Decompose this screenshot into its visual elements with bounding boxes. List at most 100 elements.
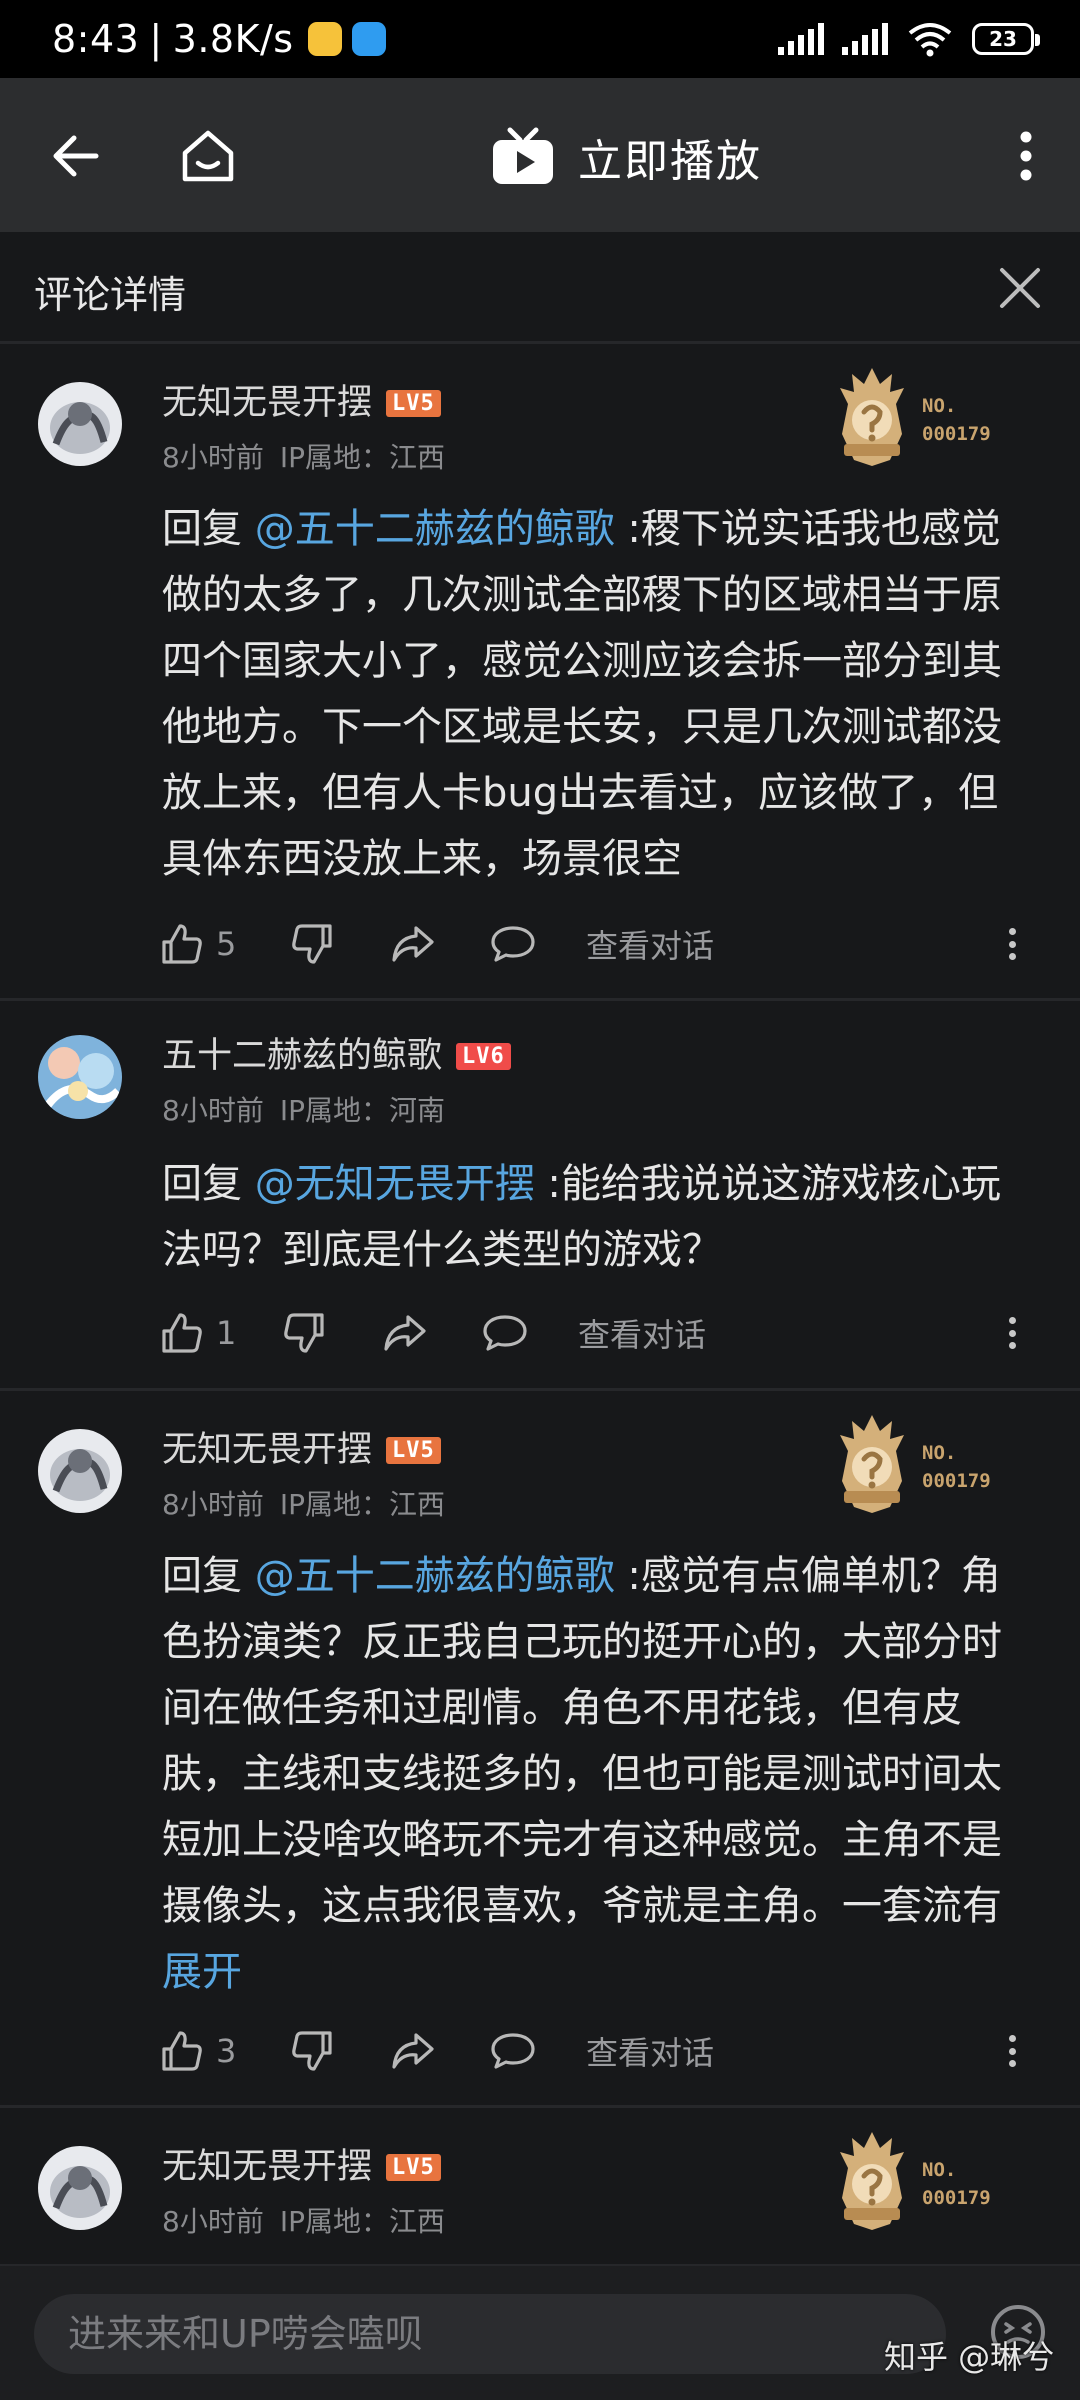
comment-text: 回复 @五十二赫兹的鲸歌 :稷下说实话我也感觉做的太多了，几次测试全部稷下的区域… bbox=[162, 496, 1022, 892]
comment-item: 无知无畏开摆 LV5 8小时前 IP属地：江西 NO. 000179 bbox=[0, 2108, 1080, 2264]
comment-actions: 1 查看对话 bbox=[160, 1303, 1040, 1363]
back-button[interactable] bbox=[34, 114, 118, 198]
home-icon bbox=[182, 130, 234, 182]
mention-link[interactable]: @五十二赫兹的鲸歌 bbox=[255, 1553, 615, 1599]
view-dialog-link[interactable]: 查看对话 bbox=[586, 921, 714, 967]
reply-prefix: 回复 bbox=[162, 1553, 255, 1599]
medal-badge-icon bbox=[840, 1415, 904, 1513]
avatar-image bbox=[38, 1429, 122, 1513]
medal-no-value: 000179 bbox=[922, 2187, 991, 2209]
share-icon bbox=[392, 926, 434, 962]
comment-meta: 8小时前 IP属地：河南 bbox=[162, 1089, 445, 1129]
comment-more-button[interactable] bbox=[992, 2031, 1032, 2071]
comment-time: 8小时前 bbox=[162, 1094, 264, 1127]
share-button[interactable] bbox=[390, 924, 490, 964]
play-now-button[interactable]: 立即播放 bbox=[490, 122, 762, 192]
battery-icon: 23 bbox=[972, 23, 1040, 55]
username-text: 无知无畏开摆 bbox=[162, 1430, 373, 1470]
medal-no-label: NO. bbox=[922, 2159, 957, 2181]
comment-meta: 8小时前 IP属地：江西 bbox=[162, 436, 445, 476]
comment-input[interactable] bbox=[34, 2294, 946, 2374]
medal-no-label: NO. bbox=[922, 395, 957, 417]
close-button[interactable] bbox=[990, 258, 1050, 318]
thumbs-down-icon bbox=[292, 2031, 332, 2071]
like-button[interactable]: 3 bbox=[160, 2029, 290, 2073]
view-dialog-link[interactable]: 查看对话 bbox=[586, 2028, 714, 2074]
status-right: 23 bbox=[778, 21, 1040, 57]
comment-body: :感觉有点偏单机？角色扮演类？反正我自己玩的挺开心的，大部分时间在做任务和过剧情… bbox=[162, 1553, 1002, 1929]
view-dialog-link[interactable]: 查看对话 bbox=[578, 1310, 706, 1356]
medal-no-label: NO. bbox=[922, 1442, 957, 1464]
medal-number: NO. 000179 bbox=[922, 392, 991, 448]
wifi-icon bbox=[908, 23, 952, 57]
fan-medal[interactable]: NO. 000179 bbox=[834, 2128, 994, 2232]
thumbs-up-icon bbox=[162, 2031, 202, 2071]
comment-more-button[interactable] bbox=[992, 924, 1032, 964]
like-button[interactable]: 5 bbox=[160, 922, 290, 966]
comment-actions: 3 查看对话 bbox=[160, 2021, 1040, 2081]
comment-username[interactable]: 无知无畏开摆 LV5 bbox=[162, 1421, 441, 1472]
user-avatar[interactable] bbox=[38, 1035, 122, 1119]
zhihu-watermark: 知乎 @琳兮 bbox=[884, 2338, 1055, 2376]
close-icon bbox=[1000, 268, 1040, 308]
fan-medal[interactable]: NO. 000179 bbox=[834, 364, 994, 468]
user-avatar[interactable] bbox=[38, 2146, 122, 2230]
comment-ip: IP属地：江西 bbox=[279, 1488, 445, 1521]
comment-ip: IP属地：江西 bbox=[279, 2205, 445, 2238]
comment-ip: IP属地：江西 bbox=[279, 441, 445, 474]
notification-app-icon bbox=[307, 22, 342, 56]
dislike-button[interactable] bbox=[290, 2029, 390, 2073]
mention-link[interactable]: @五十二赫兹的鲸歌 bbox=[255, 506, 615, 552]
notification-app-icon bbox=[351, 22, 386, 56]
thumbs-down-icon bbox=[292, 924, 332, 964]
detail-title: 评论详情 bbox=[34, 273, 187, 317]
share-button[interactable] bbox=[390, 2031, 490, 2071]
fan-medal[interactable]: NO. 000179 bbox=[834, 1411, 994, 1515]
comment-time: 8小时前 bbox=[162, 2205, 264, 2238]
comment-more-button[interactable] bbox=[992, 1313, 1032, 1353]
comment-username[interactable]: 五十二赫兹的鲸歌 LV6 bbox=[162, 1027, 511, 1078]
medal-badge-icon bbox=[840, 2132, 904, 2230]
comment-meta: 8小时前 IP属地：江西 bbox=[162, 1483, 445, 1523]
avatar-image bbox=[38, 2146, 122, 2230]
reply-button[interactable] bbox=[490, 2031, 586, 2071]
comment-meta: 8小时前 IP属地：江西 bbox=[162, 2200, 445, 2240]
comment-username[interactable]: 无知无畏开摆 LV5 bbox=[162, 374, 441, 425]
share-button[interactable] bbox=[382, 1313, 482, 1353]
expand-link[interactable]: 展开 bbox=[162, 1939, 1022, 2005]
reply-prefix: 回复 bbox=[162, 1161, 255, 1207]
user-avatar[interactable] bbox=[38, 1429, 122, 1513]
like-count: 1 bbox=[216, 1314, 237, 1352]
more-menu-button[interactable] bbox=[984, 114, 1068, 198]
comment-text: 回复 @无知无畏开摆 :能给我说说这游戏核心玩法吗？到底是什么类型的游戏？ bbox=[162, 1151, 1022, 1283]
comment-username[interactable]: 无知无畏开摆 LV5 bbox=[162, 2138, 441, 2189]
comment-item: 五十二赫兹的鲸歌 LV6 8小时前 IP属地：河南 回复 @无知无畏开摆 :能给我说… bbox=[0, 1001, 1080, 1391]
comment-bubble-icon bbox=[483, 1315, 527, 1351]
tv-play-icon bbox=[493, 127, 553, 184]
comment-item: 无知无畏开摆 LV5 8小时前 IP属地：江西 NO. 000179 回复 @五十二… bbox=[0, 344, 1080, 1001]
mention-link[interactable]: @无知无畏开摆 bbox=[255, 1161, 535, 1207]
comment-item: 无知无畏开摆 LV5 8小时前 IP属地：江西 NO. 000179 回复 @五十二… bbox=[0, 1391, 1080, 2108]
reply-button[interactable] bbox=[490, 924, 586, 964]
user-avatar[interactable] bbox=[38, 382, 122, 466]
dislike-button[interactable] bbox=[290, 922, 390, 966]
like-button[interactable]: 1 bbox=[160, 1311, 282, 1355]
comment-body: :稷下说实话我也感觉做的太多了，几次测试全部稷下的区域相当于原四个国家大小了，感… bbox=[162, 506, 1002, 882]
comment-actions: 5 查看对话 bbox=[160, 914, 1040, 974]
thumbs-down-icon bbox=[284, 1313, 324, 1353]
reply-prefix: 回复 bbox=[162, 506, 255, 552]
home-button[interactable] bbox=[166, 114, 250, 198]
reply-button[interactable] bbox=[482, 1313, 578, 1353]
like-count: 5 bbox=[216, 925, 237, 963]
comment-detail-header: 评论详情 bbox=[0, 232, 1080, 344]
username-text: 无知无畏开摆 bbox=[162, 2147, 373, 2187]
avatar-image bbox=[38, 382, 122, 466]
medal-badge-icon bbox=[840, 368, 904, 466]
username-text: 五十二赫兹的鲸歌 bbox=[162, 1036, 443, 1076]
comment-bubble-icon bbox=[491, 2033, 535, 2069]
medal-number: NO. 000179 bbox=[922, 1439, 991, 1495]
status-bar: 8:43 | 3.8K/s 23 bbox=[0, 0, 1080, 78]
network-speed: 3.8K/s bbox=[172, 17, 294, 61]
level-badge: LV6 bbox=[456, 1043, 511, 1070]
dislike-button[interactable] bbox=[282, 1311, 382, 1355]
